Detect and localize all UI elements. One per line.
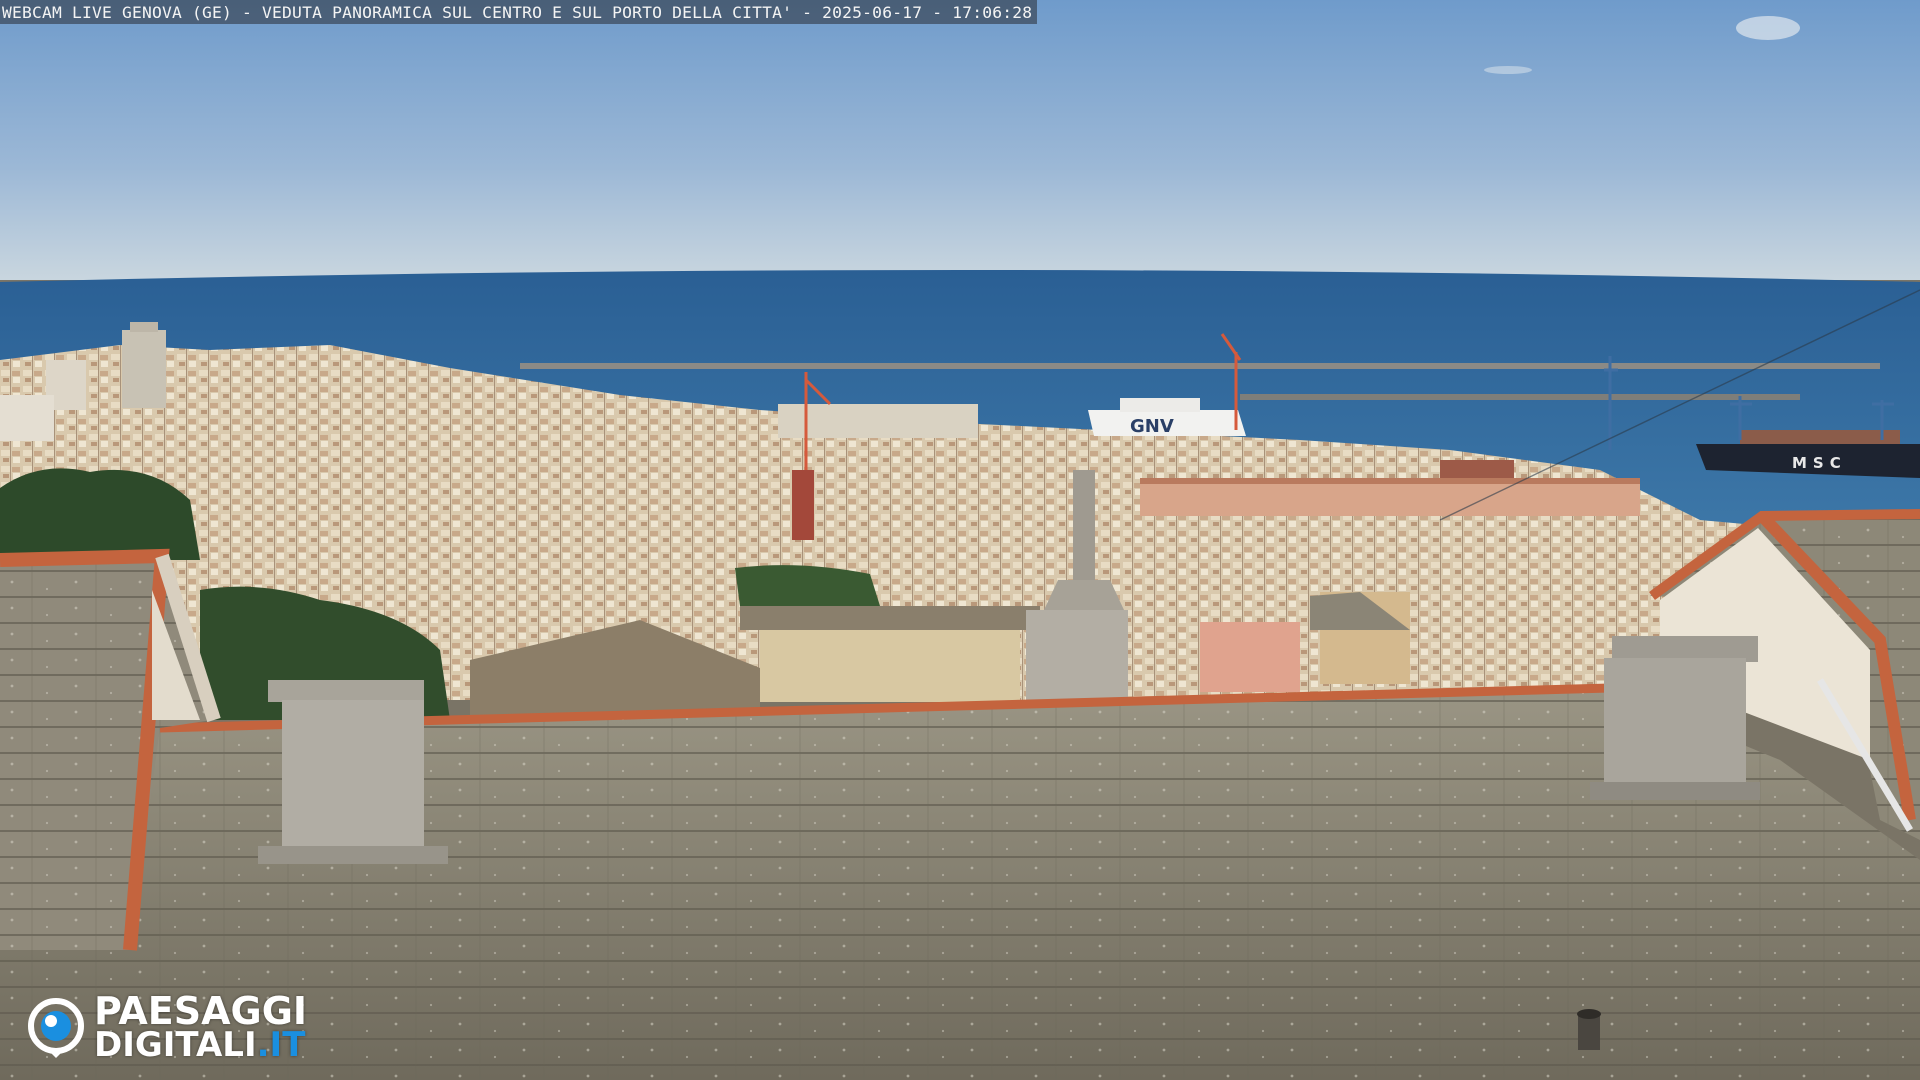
logo-text: PAESAGGI DIGITALI .IT: [94, 989, 308, 1062]
container-ship-marking: MSC: [1792, 454, 1847, 472]
timestamp-caption: WEBCAM LIVE GENOVA (GE) - VEDUTA PANORAM…: [0, 0, 1038, 24]
webcam-frame: GNV MSC WEBCAM LIVE GENOVA (GE) - VEDUTA…: [0, 0, 1920, 1080]
webcam-lens-icon: [28, 998, 84, 1058]
logo-line2-tld: .IT: [256, 1025, 306, 1065]
logo-line2: DIGITALI .IT: [94, 1028, 307, 1062]
caption-text: WEBCAM LIVE GENOVA (GE) - VEDUTA PANORAM…: [2, 2, 1033, 22]
paesaggi-digitali-logo: PAESAGGI DIGITALI .IT: [28, 989, 308, 1062]
logo-line2-main: DIGITALI: [94, 1025, 257, 1065]
panorama-scene: GNV MSC: [0, 0, 1920, 1080]
left-chimney: [258, 680, 448, 864]
right-chimney: [1590, 636, 1760, 800]
sky: [0, 0, 1920, 280]
logo-line1: PAESAGGI: [94, 989, 308, 1033]
ferry-marking: GNV: [1130, 416, 1174, 437]
